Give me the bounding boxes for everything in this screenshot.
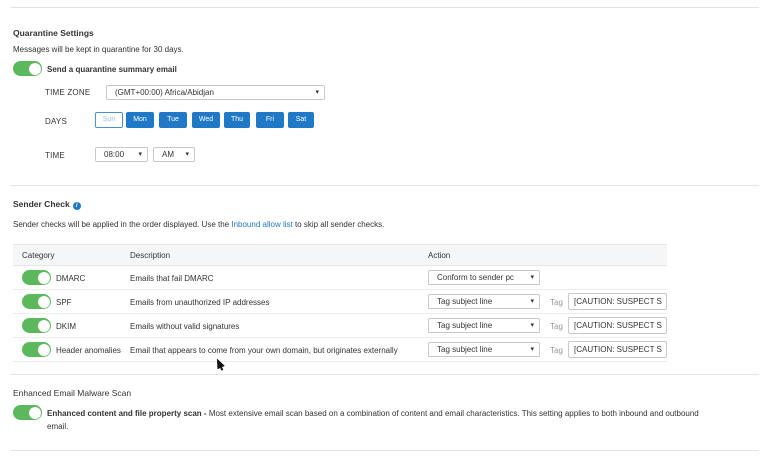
row-toggle[interactable] (22, 318, 51, 333)
row-tag-label: Tag (550, 298, 563, 307)
day-button-sat[interactable]: Sat (288, 112, 314, 128)
table-row: Header anomalies Email that appears to co… (13, 338, 667, 362)
malware-heading: Enhanced Email Malware Scan (13, 388, 132, 398)
table-row: DMARC Emails that fail DMARC Conform to se… (13, 266, 667, 290)
time-label: TIME (45, 151, 65, 160)
row-toggle[interactable] (22, 342, 51, 357)
table-header: Category Description Action (13, 244, 667, 266)
sender-check-description: Sender checks will be applied in the ord… (13, 220, 384, 229)
row-category: DMARC (56, 274, 86, 283)
timezone-select[interactable]: (GMT+00:00) Africa/Abidjan ▾ (106, 85, 325, 100)
quarantine-heading: Quarantine Settings (13, 28, 94, 38)
ampm-value: AM (162, 150, 174, 159)
quarantine-description: Messages will be kept in quarantine for … (13, 45, 184, 54)
day-button-mon[interactable]: Mon (126, 112, 154, 128)
day-button-thu[interactable]: Thu (224, 112, 250, 128)
row-action-select[interactable]: Conform to sender pc ▾ (428, 270, 540, 285)
row-category: DKIM (56, 322, 76, 331)
row-category: SPF (56, 298, 72, 307)
col-category: Category (22, 251, 55, 260)
enhanced-scan-toggle[interactable] (13, 405, 42, 420)
row-description: Email that appears to come from your own… (130, 346, 398, 355)
inbound-allow-list-link[interactable]: Inbound allow list (231, 220, 292, 229)
quarantine-summary-toggle[interactable] (13, 61, 42, 76)
row-tag-label: Tag (550, 346, 563, 355)
chevron-down-icon: ▾ (315, 89, 319, 96)
row-description: Emails that fail DMARC (130, 274, 214, 283)
day-button-fri[interactable]: Fri (256, 112, 284, 128)
top-divider (11, 7, 759, 8)
enhanced-scan-line1: Enhanced content and file property scan … (47, 409, 699, 418)
row-action-value: Tag subject line (437, 345, 493, 354)
row-tag-input[interactable]: [CAUTION: SUSPECT S (568, 341, 667, 358)
table-row: DKIM Emails without valid signatures Tag s… (13, 314, 667, 338)
sender-check-desc-after: to skip all sender checks. (292, 220, 385, 229)
chevron-down-icon: ▾ (530, 298, 534, 305)
divider (11, 185, 759, 186)
enhanced-scan-line2: email. (47, 422, 69, 431)
time-value: 08:00 (104, 150, 125, 159)
days-label: DAYS (45, 117, 67, 126)
day-button-wed[interactable]: Wed (192, 112, 220, 128)
chevron-down-icon: ▾ (530, 346, 534, 353)
ampm-select[interactable]: AM ▾ (153, 147, 195, 162)
enhanced-scan-title: Enhanced content and file property scan … (47, 409, 209, 418)
sender-check-title: Sender Check (13, 199, 70, 209)
row-tag-input[interactable]: [CAUTION: SUSPECT S (568, 317, 667, 334)
col-description: Description (130, 251, 171, 260)
info-icon[interactable]: i (72, 202, 81, 210)
row-toggle[interactable] (22, 294, 51, 309)
row-description: Emails without valid signatures (130, 322, 240, 331)
row-category: Header anomalies (56, 346, 121, 355)
row-tag-input[interactable]: [CAUTION: SUSPECT S (568, 293, 667, 310)
divider (11, 374, 759, 375)
row-action-select[interactable]: Tag subject line ▾ (428, 318, 540, 333)
row-action-value: Tag subject line (437, 321, 493, 330)
time-select[interactable]: 08:00 ▾ (95, 147, 148, 162)
chevron-down-icon: ▾ (530, 322, 534, 329)
chevron-down-icon: ▾ (185, 151, 189, 158)
day-button-tue[interactable]: Tue (159, 112, 187, 128)
row-action-select[interactable]: Tag subject line ▾ (428, 342, 540, 357)
day-button-sun[interactable]: Sun (95, 112, 123, 128)
row-tag-label: Tag (550, 322, 563, 331)
chevron-down-icon: ▾ (138, 151, 142, 158)
sender-check-heading: Sender Check i (13, 199, 81, 210)
timezone-value: (GMT+00:00) Africa/Abidjan (115, 88, 214, 97)
table-row: SPF Emails from unauthorized IP addresses… (13, 290, 667, 314)
col-action: Action (428, 251, 451, 260)
row-action-value: Conform to sender pc (437, 273, 514, 282)
row-toggle[interactable] (22, 270, 51, 285)
bottom-divider (11, 450, 759, 451)
chevron-down-icon: ▾ (530, 274, 534, 281)
row-description: Emails from unauthorized IP addresses (130, 298, 270, 307)
timezone-label: TIME ZONE (45, 88, 91, 97)
sender-check-desc-before: Sender checks will be applied in the ord… (13, 220, 232, 229)
quarantine-summary-label: Send a quarantine summary email (47, 65, 177, 74)
row-action-select[interactable]: Tag subject line ▾ (428, 294, 540, 309)
enhanced-scan-text: Most extensive email scan based on a com… (208, 409, 699, 418)
row-action-value: Tag subject line (437, 297, 493, 306)
